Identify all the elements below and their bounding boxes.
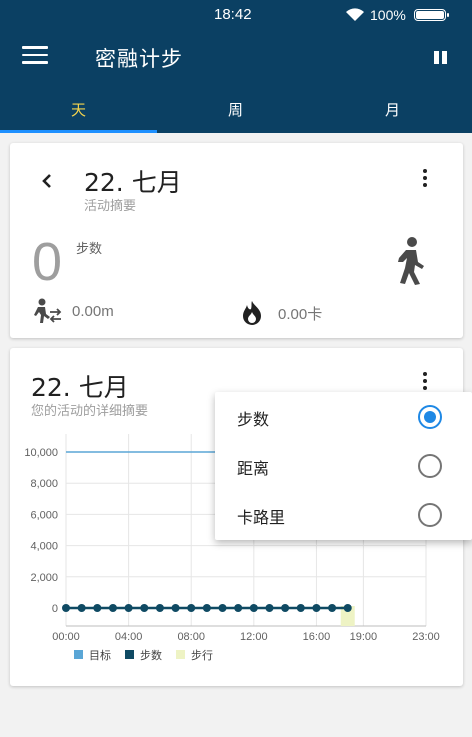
steps-point (187, 604, 196, 612)
y-tick-label: 8,000 (30, 478, 58, 490)
legend-label: 步数 (140, 649, 162, 662)
steps-point (171, 604, 180, 612)
chart-type-menu: 步数 距离 卡路里 (215, 392, 472, 540)
menu-item-calories[interactable]: 卡路里 (215, 491, 472, 539)
tab-bar: 天 周 月 (0, 90, 472, 133)
y-tick-label: 4,000 (30, 541, 58, 553)
legend-swatch (125, 650, 134, 659)
steps-point (93, 604, 102, 612)
menu-item-label: 卡路里 (237, 508, 286, 527)
steps-point (155, 604, 164, 612)
steps-point (77, 604, 86, 612)
menu-item-label: 步数 (237, 410, 270, 429)
app-bar: 18:42 100% 密融计步 天 周 月 (0, 0, 472, 133)
walking-person-icon (398, 237, 424, 285)
tab-month[interactable]: 月 (314, 90, 471, 133)
y-tick-label: 2,000 (30, 572, 58, 584)
steps-point (124, 604, 133, 612)
steps-point (328, 604, 337, 612)
steps-point (218, 604, 227, 612)
steps-label: 步数 (76, 242, 103, 257)
pause-icon[interactable] (434, 51, 448, 65)
y-tick-label: 6,000 (30, 509, 58, 521)
legend-swatch (176, 650, 185, 659)
menu-item-label: 距离 (237, 459, 270, 478)
steps-point (108, 604, 117, 612)
x-tick-label: 12:00 (240, 631, 268, 643)
radio-distance[interactable] (418, 454, 442, 478)
steps-point (140, 604, 149, 612)
x-tick-label: 23:00 (412, 631, 440, 643)
x-tick-label: 00:00 (52, 631, 80, 643)
calories-value: 0.00卡 (278, 306, 323, 323)
tab-week[interactable]: 周 (157, 90, 314, 133)
menu-item-steps[interactable]: 步数 (215, 393, 472, 441)
wifi-icon (346, 8, 364, 21)
chevron-left-icon[interactable] (40, 173, 54, 189)
steps-point (312, 604, 321, 612)
x-tick-label: 08:00 (177, 631, 205, 643)
steps-point (343, 604, 352, 612)
distance-icon (34, 298, 62, 323)
battery-icon (414, 9, 449, 21)
status-time: 18:42 (214, 6, 252, 23)
tab-day[interactable]: 天 (0, 90, 157, 133)
steps-point (249, 604, 258, 612)
steps-point (62, 604, 70, 612)
x-tick-label: 04:00 (115, 631, 143, 643)
legend-label: 目标 (89, 648, 111, 662)
battery-percent: 100% (370, 7, 406, 23)
x-tick-label: 16:00 (303, 631, 331, 643)
steps-point (202, 604, 211, 612)
steps-count: 0 (32, 232, 63, 292)
steps-point (296, 604, 305, 612)
summary-card: 22. 七月 活动摘要 0 步数 0.00m 0.00卡 (10, 143, 463, 338)
radio-steps[interactable] (418, 405, 442, 429)
menu-icon[interactable] (22, 46, 48, 68)
status-bar: 18:42 100% (0, 0, 472, 30)
radio-calories[interactable] (418, 503, 442, 527)
summary-date: 22. 七月 (84, 168, 182, 197)
legend-label: 步行 (191, 649, 213, 662)
y-tick-label: 10,000 (24, 447, 58, 459)
summary-subtitle: 活动摘要 (84, 199, 137, 214)
steps-point (234, 604, 243, 612)
app-title: 密融计步 (95, 47, 183, 71)
y-tick-label: 0 (52, 603, 58, 615)
more-vert-icon[interactable] (423, 169, 427, 187)
flame-icon (243, 301, 261, 325)
tab-indicator (0, 130, 157, 133)
steps-point (281, 604, 290, 612)
legend-swatch (74, 650, 83, 659)
distance-value: 0.00m (72, 303, 114, 320)
steps-point (265, 604, 274, 612)
menu-item-distance[interactable]: 距离 (215, 442, 472, 490)
x-tick-label: 19:00 (350, 631, 378, 643)
